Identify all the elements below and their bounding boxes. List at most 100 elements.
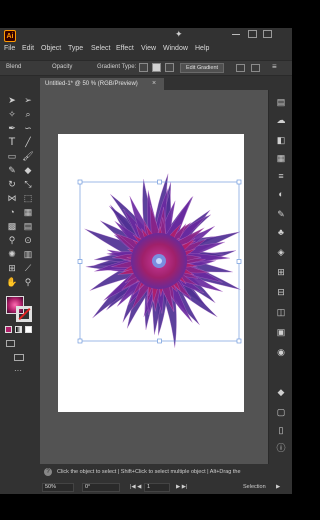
first-artboard-icon[interactable]: |◀ ◀ — [130, 484, 141, 490]
opacity-label[interactable]: Opacity — [52, 64, 72, 70]
properties-icon[interactable]: ▤ — [275, 96, 287, 108]
zoom-field[interactable]: 50% — [42, 483, 74, 492]
menu-window[interactable]: Window — [163, 45, 188, 52]
handle-bottom-center[interactable] — [157, 338, 162, 344]
help-icon[interactable]: ? — [44, 468, 52, 476]
color-mode-icon[interactable] — [5, 326, 12, 333]
shaper-tool-icon[interactable]: ✎ — [6, 164, 18, 176]
artboard-tool-icon[interactable]: ⊞ — [6, 262, 18, 274]
canvas-area[interactable] — [40, 90, 268, 464]
links-icon[interactable]: ▯ — [275, 424, 287, 436]
sparkle-icon[interactable]: ✦ — [175, 29, 183, 40]
handle-bottom-left[interactable] — [77, 338, 83, 344]
curvature-tool-icon[interactable]: ∽ — [22, 122, 34, 134]
arrange-icon[interactable] — [263, 30, 272, 38]
artboard-number-value: 1 — [147, 484, 151, 490]
menu-view[interactable]: View — [141, 45, 156, 52]
status-bar: ? Click the object to select | Shift+Cli… — [40, 464, 292, 494]
direct-selection-tool-icon[interactable]: ➢ — [22, 94, 34, 106]
freeform-gradient-button[interactable] — [165, 63, 174, 72]
next-artboard-icon[interactable]: ▶ ▶| — [176, 484, 187, 490]
zoom-value: 50% — [45, 484, 57, 490]
free-transform-tool-icon[interactable]: ⬚ — [22, 192, 34, 204]
linear-gradient-button[interactable] — [139, 63, 148, 72]
color-guide-icon[interactable]: ◈ — [275, 246, 287, 258]
rectangle-tool-icon[interactable]: ▭ — [6, 150, 18, 162]
handle-top-right[interactable] — [236, 179, 242, 185]
edit-gradient-button[interactable]: Edit Gradient — [180, 63, 224, 73]
rotation-value: 0° — [85, 484, 91, 490]
perspective-grid-tool-icon[interactable]: ▦ — [22, 206, 34, 218]
align-panel-icon[interactable]: ⊟ — [275, 286, 287, 298]
transform-panel-icon[interactable]: ⊞ — [275, 266, 287, 278]
right-panel-dock: ▤ ☁ ◧ ▦ ≡ ◐ ✎ ♣ ◈ ⊞ ⊟ ◫ ▣ ◉ ◆ ▢ ▯ ⓘ — [268, 90, 292, 464]
shape-builder-tool-icon[interactable]: ◔ — [6, 206, 18, 218]
panel-menu-icon[interactable]: ≡ — [272, 62, 277, 71]
handle-top-center[interactable] — [157, 179, 162, 185]
none-mode-icon[interactable] — [25, 326, 32, 333]
selection-tool-icon[interactable]: ➤ — [6, 94, 18, 106]
lasso-tool-icon[interactable]: ⌕ — [22, 108, 34, 120]
eyedropper-tool-icon[interactable]: ⚲ — [6, 234, 18, 246]
symbols-icon[interactable]: ♣ — [275, 226, 287, 238]
transparency-icon[interactable]: ◐ — [275, 188, 287, 200]
radial-gradient-button[interactable] — [152, 63, 161, 72]
eraser-tool-icon[interactable]: ◆ — [22, 164, 34, 176]
flower-artwork[interactable] — [58, 134, 244, 412]
stroke-panel-icon[interactable]: ≡ — [275, 170, 287, 182]
gradient-tool-icon[interactable]: ▤ — [22, 220, 34, 232]
rotation-field[interactable]: 0° — [82, 483, 120, 492]
swatches-icon[interactable]: ▦ — [275, 152, 287, 164]
paintbrush-tool-icon[interactable]: 🖌 — [22, 150, 34, 162]
menu-help[interactable]: Help — [195, 45, 209, 52]
scale-tool-icon[interactable]: ⤡ — [22, 178, 34, 190]
menu-object[interactable]: Object — [41, 45, 61, 52]
blend-tool-icon[interactable]: ⊙ — [22, 234, 34, 246]
blend-mode-label[interactable]: Blend — [6, 64, 21, 70]
symbol-sprayer-tool-icon[interactable]: ✺ — [6, 248, 18, 260]
appearance-icon[interactable]: ◉ — [275, 346, 287, 358]
pathfinder-icon[interactable]: ◫ — [275, 306, 287, 318]
layers-icon[interactable]: ◧ — [275, 134, 287, 146]
libraries-icon[interactable]: ☁ — [275, 114, 287, 126]
handle-middle-left[interactable] — [77, 259, 83, 264]
minimize-icon[interactable] — [232, 34, 240, 35]
menu-edit[interactable]: Edit — [22, 45, 34, 52]
workspace-icon[interactable] — [248, 30, 257, 38]
gradient-mode-icon[interactable] — [15, 326, 22, 333]
align-icon[interactable] — [236, 64, 245, 72]
close-icon[interactable]: × — [152, 78, 156, 90]
status-menu-icon[interactable]: ▶ — [276, 484, 280, 490]
menu-effect[interactable]: Effect — [116, 45, 134, 52]
slice-tool-icon[interactable]: ⟋ — [22, 262, 34, 274]
type-tool-icon[interactable]: T — [6, 136, 18, 148]
handle-top-left[interactable] — [77, 179, 83, 185]
document-tab[interactable]: Untitled-1* @ 50 % (RGB/Preview) × — [40, 78, 164, 90]
menu-file[interactable]: File — [4, 45, 15, 52]
hand-tool-icon[interactable]: ✋ — [6, 276, 18, 288]
artboards-icon[interactable]: ▢ — [275, 406, 287, 418]
magic-wand-tool-icon[interactable]: ✧ — [6, 108, 18, 120]
pen-tool-icon[interactable]: ✒ — [6, 122, 18, 134]
stroke-swatch[interactable] — [16, 306, 32, 322]
layers-stack-icon[interactable]: ◆ — [275, 386, 287, 398]
line-tool-icon[interactable]: ╱ — [22, 136, 34, 148]
screen-mode-icon[interactable] — [14, 354, 24, 361]
draw-mode-icon[interactable] — [6, 340, 15, 347]
transform-icon[interactable] — [251, 64, 260, 72]
brushes-icon[interactable]: ✎ — [275, 208, 287, 220]
mesh-tool-icon[interactable]: ▩ — [6, 220, 18, 232]
gradient-panel-icon[interactable]: ▣ — [275, 326, 287, 338]
more-tools-icon[interactable]: ··· — [14, 366, 22, 375]
artboard[interactable] — [58, 134, 244, 412]
document-info-icon[interactable]: ⓘ — [275, 442, 287, 454]
rotate-tool-icon[interactable]: ↻ — [6, 178, 18, 190]
handle-bottom-right[interactable] — [236, 338, 242, 344]
width-tool-icon[interactable]: ⋈ — [6, 192, 18, 204]
handle-middle-right[interactable] — [236, 259, 242, 264]
artboard-number-field[interactable]: 1 — [144, 483, 170, 492]
zoom-tool-icon[interactable]: ⚲ — [22, 276, 34, 288]
column-graph-tool-icon[interactable]: ▥ — [22, 248, 34, 260]
menu-select[interactable]: Select — [91, 45, 110, 52]
menu-type[interactable]: Type — [68, 45, 83, 52]
